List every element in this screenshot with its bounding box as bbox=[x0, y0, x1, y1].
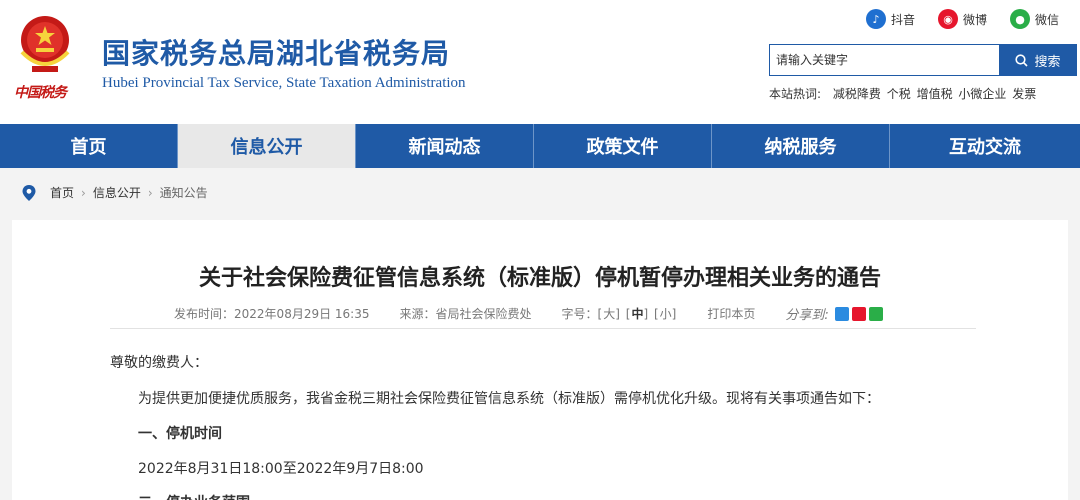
search-button[interactable]: 搜索 bbox=[999, 44, 1077, 76]
article-heading: 一、停机时间 bbox=[138, 426, 222, 442]
source-label: 来源： bbox=[399, 307, 436, 321]
chevron-right-icon: › bbox=[147, 185, 153, 200]
article-paragraph: 尊敬的缴费人： bbox=[110, 355, 208, 371]
article-paragraph: 为提供更加便捷优质服务，我省金税三期社会保险费征管信息系统（标准版）需停机优化升… bbox=[138, 391, 880, 407]
site-title-cn[interactable]: 国家税务总局湖北省税务局 bbox=[102, 32, 450, 72]
search-icon bbox=[1015, 53, 1029, 67]
share-label: 分享到: bbox=[785, 308, 829, 323]
social-weibo-label: 微博 bbox=[963, 12, 988, 27]
social-weixin-link[interactable]: ● 微信 bbox=[1010, 9, 1059, 29]
article-paragraph: 2022年8月31日18:00至2022年9月7日8:00 bbox=[138, 461, 424, 477]
article-heading: 二、停办业务范围 bbox=[138, 492, 250, 500]
weibo-icon: ◉ bbox=[938, 9, 958, 29]
hotword-link[interactable]: 发票 bbox=[1012, 87, 1036, 101]
social-douyin-link[interactable]: ♪ 抖音 bbox=[866, 9, 915, 29]
article-title: 关于社会保险费征管信息系统（标准版）停机暂停办理相关业务的通告 bbox=[198, 266, 881, 291]
nav-item-policy[interactable]: 政策文件 bbox=[534, 124, 712, 168]
social-douyin-label: 抖音 bbox=[891, 12, 916, 27]
location-pin-icon bbox=[22, 184, 36, 201]
article-card: 关于社会保险费征管信息系统（标准版）停机暂停办理相关业务的通告 发布时间： 20… bbox=[12, 220, 1068, 500]
nav-item-info-disclosure[interactable]: 信息公开 bbox=[178, 124, 356, 168]
hotword-link[interactable]: 减税降费 bbox=[833, 87, 881, 101]
hotwords-bar: 本站热词: 减税降费 个税 增值税 小微企业 发票 bbox=[769, 85, 1038, 102]
main-nav: 首页 信息公开 新闻动态 政策文件 纳税服务 互动交流 bbox=[0, 124, 1080, 168]
print-button[interactable]: 打印本页 bbox=[707, 305, 755, 322]
hotword-link[interactable]: 个税 bbox=[887, 87, 911, 101]
social-weixin-label: 微信 bbox=[1035, 12, 1060, 27]
nav-item-interaction[interactable]: 互动交流 bbox=[890, 124, 1080, 168]
national-emblem-icon bbox=[20, 16, 70, 72]
nav-item-tax-service[interactable]: 纳税服务 bbox=[712, 124, 890, 168]
breadcrumb-current[interactable]: 通知公告 bbox=[160, 184, 208, 201]
share-weibo-icon[interactable] bbox=[851, 306, 866, 321]
site-header: 中国税务 国家税务总局湖北省税务局 Hubei Provincial Tax S… bbox=[0, 0, 1080, 124]
font-size-label: 字号： bbox=[561, 307, 598, 321]
hotword-link[interactable]: 增值税 bbox=[917, 87, 953, 101]
font-size-large[interactable]: 大 bbox=[603, 305, 615, 322]
breadcrumb-info[interactable]: 信息公开 bbox=[93, 184, 141, 201]
hotword-link[interactable]: 小微企业 bbox=[958, 87, 1006, 101]
chevron-right-icon: › bbox=[81, 185, 86, 200]
share-qzone-icon[interactable] bbox=[834, 306, 849, 321]
search-button-label: 搜索 bbox=[1034, 54, 1061, 70]
breadcrumb-home[interactable]: 首页 bbox=[50, 184, 74, 201]
search-input[interactable] bbox=[769, 44, 999, 76]
share-weixin-icon[interactable] bbox=[868, 306, 883, 321]
weixin-icon: ● bbox=[1010, 9, 1030, 29]
article-meta: 发布时间： 2022年08月29日 16:35 来源： 省局社会保险费处 字号：… bbox=[174, 304, 886, 323]
publish-time: 2022年08月29日 16:35 bbox=[234, 307, 370, 321]
font-size-medium[interactable]: 中 bbox=[631, 305, 643, 322]
breadcrumb: 首页 › 信息公开 › 通知公告 bbox=[22, 184, 208, 201]
publish-label: 发布时间： bbox=[174, 307, 235, 321]
slogan-logo: 中国税务 bbox=[14, 85, 67, 101]
douyin-icon: ♪ bbox=[866, 9, 886, 29]
font-size-small[interactable]: 小 bbox=[660, 305, 672, 322]
site-title-en: Hubei Provincial Tax Service, State Taxa… bbox=[102, 75, 466, 91]
source-value: 省局社会保险费处 bbox=[435, 307, 532, 321]
nav-item-news[interactable]: 新闻动态 bbox=[356, 124, 534, 168]
nav-item-home[interactable]: 首页 bbox=[0, 124, 178, 168]
divider bbox=[110, 328, 976, 329]
social-weibo-link[interactable]: ◉ 微博 bbox=[938, 9, 987, 29]
hotwords-label: 本站热词: bbox=[769, 87, 822, 101]
